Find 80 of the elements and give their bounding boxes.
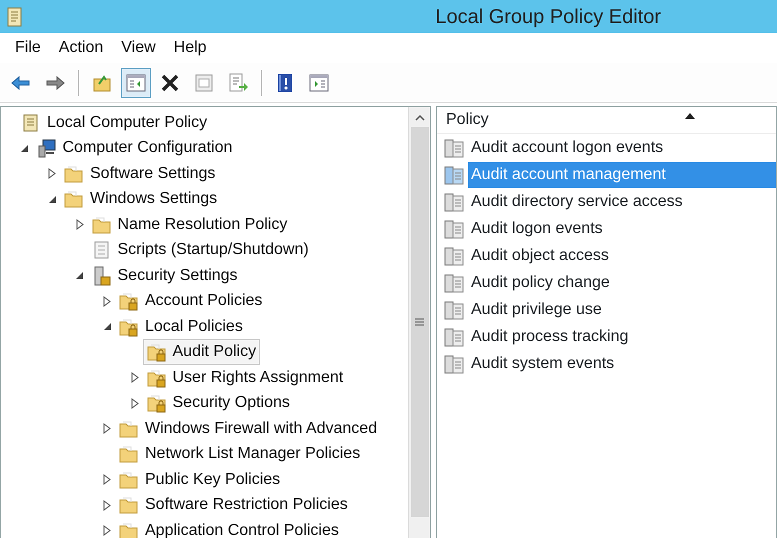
policy-item[interactable]: Audit directory service access [468, 188, 776, 214]
collapsed-arrow-icon[interactable] [103, 525, 111, 536]
expanded-arrow-icon[interactable] [75, 271, 84, 280]
policy-item[interactable]: Audit policy change [468, 270, 776, 296]
tree-item[interactable]: Account Policies [115, 288, 266, 314]
tree-item[interactable]: Local Policies [115, 314, 247, 340]
tree-item[interactable]: Audit Policy [142, 339, 260, 366]
collapsed-arrow-icon[interactable] [76, 219, 84, 230]
tree-item[interactable]: Software Settings [60, 160, 220, 187]
policy-icon [443, 300, 465, 320]
expanded-arrow-icon[interactable] [102, 322, 112, 332]
policy-item[interactable]: Audit process tracking [468, 324, 776, 350]
menu-item[interactable]: Help [164, 34, 216, 62]
folder-icon [119, 444, 139, 464]
policy-icon [443, 326, 465, 346]
server-lock-icon [92, 266, 112, 286]
tree-item[interactable]: Windows Settings [60, 186, 222, 212]
tree-item[interactable]: Application Control Policies [115, 518, 343, 538]
grip-icon [415, 318, 424, 326]
tree-item[interactable]: Local Computer Policy [17, 110, 212, 136]
collapsed-arrow-icon[interactable] [48, 168, 56, 180]
menu-item[interactable]: Action [50, 34, 112, 62]
policy-icon [443, 218, 465, 238]
policy-icon [443, 246, 465, 266]
locked-folder-icon [146, 368, 166, 388]
locked-folder-icon [119, 316, 139, 337]
menu-item[interactable]: File [6, 34, 50, 62]
locked-folder-icon [146, 342, 166, 362]
policy-item[interactable]: Audit account logon events [468, 134, 776, 160]
folder-icon [64, 189, 84, 210]
policy-item[interactable]: Audit logon events [468, 216, 776, 242]
scrollbar[interactable] [408, 107, 430, 538]
export-list-icon [227, 72, 249, 94]
folder-icon [64, 164, 84, 184]
tree-item[interactable]: Computer Configuration [32, 135, 236, 162]
collapsed-arrow-icon[interactable] [130, 372, 138, 384]
policy-icon [443, 272, 465, 292]
expanded-arrow-icon[interactable] [48, 194, 56, 204]
console-tree-button[interactable] [121, 68, 151, 98]
sort-arrow-icon [685, 113, 695, 119]
policy-icon [443, 164, 465, 184]
column-header[interactable]: Policy [437, 107, 776, 134]
action-pane-icon [308, 72, 330, 94]
scroll-icon [92, 240, 112, 260]
collapsed-arrow-icon[interactable] [103, 296, 111, 307]
tree-item[interactable]: Name Resolution Policy [88, 212, 292, 238]
console-tree-icon [125, 72, 147, 94]
policy-item[interactable]: Audit system events [468, 350, 776, 376]
collapsed-arrow-icon[interactable] [103, 474, 111, 486]
tree-item[interactable]: Security Options [142, 390, 294, 416]
expanded-arrow-icon[interactable] [20, 144, 29, 153]
locked-folder-icon [119, 291, 139, 312]
policy-icon [443, 354, 465, 374]
tree-item[interactable]: Public Key Policies [115, 466, 284, 493]
tree-item[interactable]: Software Restriction Policies [115, 492, 352, 518]
computer-icon [36, 138, 56, 158]
scroll-up-icon[interactable] [414, 113, 426, 123]
folder-icon [92, 214, 112, 235]
tree-item[interactable]: Scripts (Startup/Shutdown) [88, 237, 313, 264]
tree-item[interactable]: Windows Firewall with Advanced [115, 416, 382, 442]
folder-icon [119, 495, 139, 516]
tree-item[interactable]: Network List Manager Policies [115, 441, 364, 468]
collapsed-arrow-icon[interactable] [103, 500, 111, 511]
folder-icon [119, 470, 139, 490]
policy-icon [443, 138, 465, 158]
policy-item[interactable]: Audit privilege use [468, 296, 776, 322]
policy-item[interactable]: Audit object access [468, 242, 776, 268]
folder-icon [119, 418, 139, 439]
properties-icon [193, 72, 215, 94]
folder-icon [119, 520, 139, 538]
policy-icon [443, 192, 465, 212]
locked-folder-icon [146, 393, 166, 414]
tree-item[interactable]: User Rights Assignment [142, 364, 348, 391]
collapsed-arrow-icon[interactable] [103, 423, 111, 434]
window-title: Local Group Policy Editor [435, 4, 661, 30]
scroll-thumb[interactable] [410, 127, 428, 517]
collapsed-arrow-icon[interactable] [130, 398, 138, 409]
tree-item[interactable]: Security Settings [88, 262, 242, 289]
menu-item[interactable]: View [112, 34, 165, 62]
app-icon [6, 6, 24, 26]
